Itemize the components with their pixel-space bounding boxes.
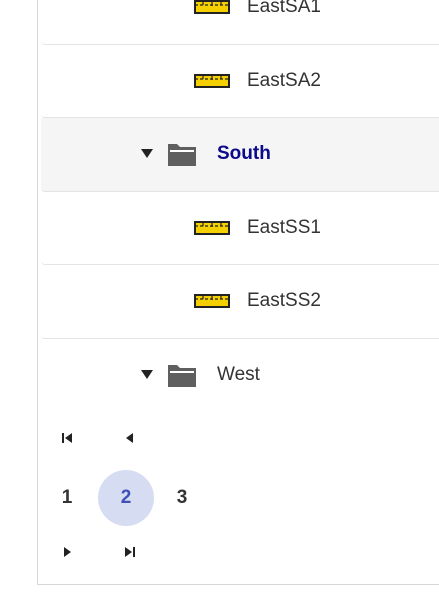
tree-view: EastSA1 EastSA2 South EastSS1 EastSS2 We… [41, 0, 439, 412]
tree-item-eastsa2[interactable]: EastSA2 [41, 45, 439, 118]
folder-open-icon [166, 361, 198, 389]
tree-item-label: EastSA1 [247, 0, 321, 18]
ruler-icon [193, 218, 231, 238]
ruler-icon [193, 0, 231, 17]
last-page-button[interactable] [112, 536, 148, 572]
ruler-icon [193, 291, 231, 311]
tree-panel: EastSA1 EastSA2 South EastSS1 EastSS2 We… [37, 0, 439, 585]
next-page-button[interactable] [50, 536, 86, 572]
pagination: 1 2 3 [41, 412, 439, 584]
next-page-icon [62, 545, 74, 563]
previous-page-icon [123, 431, 135, 449]
previous-page-button[interactable] [111, 422, 147, 458]
tree-folder-label: West [217, 364, 260, 386]
tree-item-label: EastSS2 [247, 290, 321, 312]
tree-folder-south[interactable]: South [41, 118, 439, 192]
ruler-icon [193, 71, 231, 91]
tree-item-eastsa1[interactable]: EastSA1 [41, 0, 439, 45]
tree-folder-label: South [217, 143, 271, 165]
tree-item-label: EastSA2 [247, 69, 321, 91]
expand-arrow-icon[interactable] [141, 369, 153, 381]
page-button-current[interactable]: 2 [98, 470, 154, 526]
expand-arrow-icon[interactable] [141, 148, 153, 160]
page-button[interactable]: 3 [154, 470, 210, 526]
tree-folder-west[interactable]: West [41, 339, 439, 413]
page-button[interactable]: 1 [39, 470, 95, 526]
last-page-icon [124, 545, 136, 563]
first-page-icon [61, 431, 73, 449]
tree-item-eastss2[interactable]: EastSS2 [41, 265, 439, 339]
tree-item-eastss1[interactable]: EastSS1 [41, 192, 439, 265]
first-page-button[interactable] [49, 422, 85, 458]
folder-open-icon [166, 140, 198, 168]
tree-item-label: EastSS1 [247, 216, 321, 238]
